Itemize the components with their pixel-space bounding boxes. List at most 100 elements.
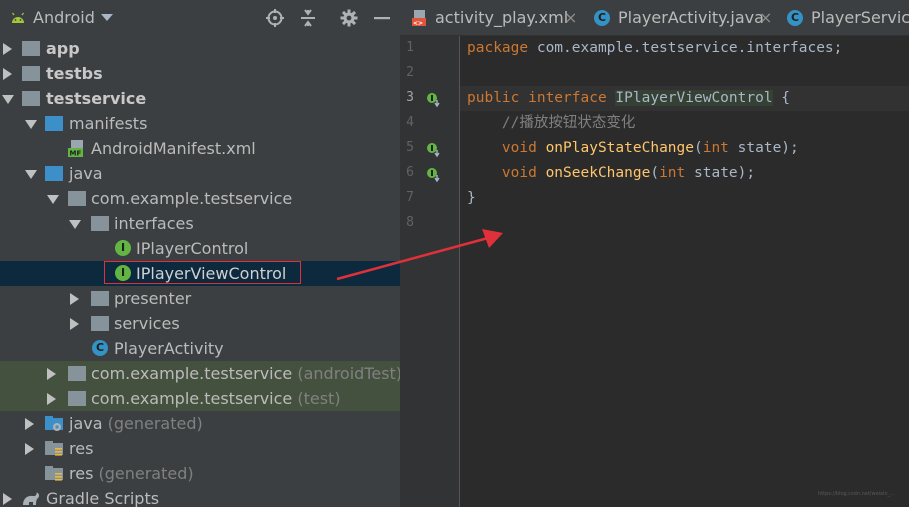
line-number: 6 <box>406 165 414 180</box>
code-keyword: void <box>501 165 537 181</box>
tree-item-suffix: (generated) <box>98 464 194 483</box>
collapse-arrow-icon[interactable] <box>25 120 37 129</box>
package-icon <box>68 366 86 381</box>
expand-arrow-icon[interactable] <box>3 493 12 505</box>
code-text: ( <box>650 165 660 181</box>
implemented-marker-icon[interactable] <box>426 167 442 183</box>
tree-item-label: java (generated) <box>69 414 203 433</box>
tree-item-label: services <box>114 314 180 333</box>
close-icon[interactable]: × <box>564 8 577 27</box>
tab-label: PlayerActivity.java <box>618 8 764 27</box>
code-area[interactable]: package com.example.testservice.interfac… <box>460 36 909 507</box>
tab-playeractivity-java[interactable]: C PlayerActivity.java × <box>594 0 782 36</box>
collapse-arrow-icon[interactable] <box>69 220 81 229</box>
tree-item-java-generated[interactable]: java (generated) <box>0 411 400 436</box>
xml-file-icon: <> <box>412 10 426 26</box>
gear-icon[interactable] <box>339 8 359 28</box>
project-view-selector[interactable]: Android <box>33 8 95 27</box>
expand-arrow-icon[interactable] <box>3 43 12 55</box>
locate-icon[interactable] <box>265 8 285 28</box>
class-icon: C <box>92 340 108 356</box>
package-icon <box>91 216 109 231</box>
tree-item-label: res (generated) <box>69 464 194 483</box>
code-text: com.example.testservice.interfaces; <box>528 40 843 56</box>
tree-item-package-test[interactable]: com.example.testservice (test) <box>0 386 400 411</box>
highlight-box <box>104 261 301 284</box>
tree-item-package[interactable]: com.example.testservice <box>0 186 400 211</box>
project-tool-window: Android app testbs testservice manifests… <box>0 0 400 507</box>
tree-item-label: Gradle Scripts <box>46 489 160 507</box>
tree-item-res[interactable]: res <box>0 436 400 461</box>
manifest-file-icon: MF <box>68 140 83 158</box>
code-text: ( <box>693 140 703 156</box>
tree-item-manifests[interactable]: manifests <box>0 111 400 136</box>
code-method: onPlayStateChange <box>545 140 694 156</box>
tab-label: PlayerService <box>811 8 909 27</box>
collapse-arrow-icon[interactable] <box>25 170 37 179</box>
tree-item-label: testbs <box>46 64 103 83</box>
package-icon <box>91 291 109 306</box>
collapse-all-icon[interactable] <box>298 8 318 28</box>
generated-folder-icon <box>45 416 63 431</box>
code-text: state); <box>685 165 756 181</box>
watermark-text: https://blog.csdn.net/weixin_... <box>818 491 895 497</box>
expand-arrow-icon[interactable] <box>70 293 79 305</box>
res-folder-icon <box>45 441 63 456</box>
tree-item-playeractivity[interactable]: C PlayerActivity <box>0 336 400 361</box>
code-line: public interface IPlayerViewControl { <box>460 86 909 111</box>
line-number: 2 <box>406 65 414 80</box>
expand-arrow-icon[interactable] <box>47 368 56 380</box>
code-keyword: package <box>467 40 529 56</box>
tree-item-package-androidtest[interactable]: com.example.testservice (androidTest) <box>0 361 400 386</box>
project-panel-header: Android <box>0 0 400 36</box>
tab-playerservice[interactable]: C PlayerService <box>787 0 909 36</box>
tree-item-testservice[interactable]: testservice <box>0 86 400 111</box>
tree-item-interfaces[interactable]: interfaces <box>0 211 400 236</box>
expand-arrow-icon[interactable] <box>25 418 34 430</box>
module-folder-icon <box>22 91 40 106</box>
folder-icon <box>45 116 63 131</box>
tree-item-testbs[interactable]: testbs <box>0 61 400 86</box>
tree-item-res-generated[interactable]: res (generated) <box>0 461 400 486</box>
code-comment: //播放按钮状态变化 <box>501 115 636 131</box>
module-folder-icon <box>22 66 40 81</box>
svg-text:MF: MF <box>70 150 82 158</box>
tree-item-label: manifests <box>69 114 148 133</box>
tree-item-java[interactable]: java <box>0 161 400 186</box>
expand-arrow-icon[interactable] <box>70 318 79 330</box>
code-keyword: int <box>702 140 729 156</box>
res-folder-icon <box>45 466 63 481</box>
implemented-marker-icon[interactable] <box>426 142 442 158</box>
tree-item-label: com.example.testservice (androidTest) <box>91 363 400 384</box>
line-number: 4 <box>406 115 414 130</box>
expand-arrow-icon[interactable] <box>3 68 12 80</box>
collapse-arrow-icon[interactable] <box>47 195 59 204</box>
minimize-icon[interactable] <box>372 8 392 28</box>
editor-tab-bar: <> activity_play.xml × C PlayerActivity.… <box>400 0 909 36</box>
tree-item-label: app <box>46 39 80 58</box>
tree-item-app[interactable]: app <box>0 36 400 61</box>
code-line: } <box>460 186 909 211</box>
implemented-marker-icon[interactable] <box>426 92 442 108</box>
chevron-down-icon[interactable] <box>101 14 113 21</box>
package-icon <box>91 316 109 331</box>
tree-item-label: java <box>69 164 103 183</box>
tree-item-iplayercontrol[interactable]: I IPlayerControl <box>0 236 400 261</box>
tree-item-gradle-scripts[interactable]: Gradle Scripts <box>0 486 400 507</box>
code-identifier: IPlayerViewControl <box>615 90 773 106</box>
expand-arrow-icon[interactable] <box>47 393 56 405</box>
expand-arrow-icon[interactable] <box>25 443 34 455</box>
tree-item-androidmanifest[interactable]: MF AndroidManifest.xml <box>0 136 400 161</box>
line-number: 7 <box>406 190 414 205</box>
interface-icon: I <box>115 240 131 256</box>
tree-item-suffix: (generated) <box>107 414 203 433</box>
tree-item-label: res <box>69 439 94 458</box>
collapse-arrow-icon[interactable] <box>2 95 14 104</box>
tree-item-presenter[interactable]: presenter <box>0 286 400 311</box>
tree-item-services[interactable]: services <box>0 311 400 336</box>
code-keyword: public interface <box>467 90 607 106</box>
tab-activity-play-xml[interactable]: <> activity_play.xml × <box>410 0 582 36</box>
close-icon[interactable]: × <box>759 8 772 27</box>
tree-item-label: com.example.testservice <box>91 189 293 208</box>
code-text: { <box>772 90 791 106</box>
